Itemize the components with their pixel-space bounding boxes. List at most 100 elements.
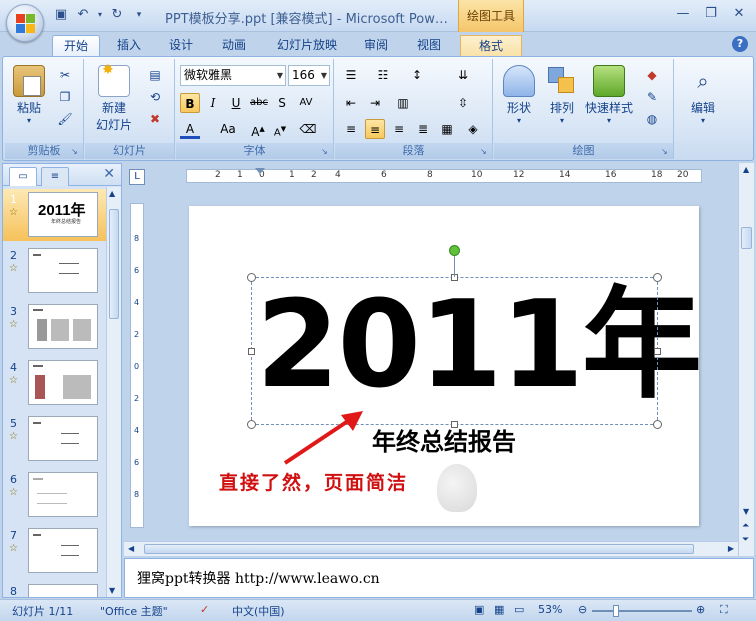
tab-selector-icon[interactable]: L xyxy=(129,169,145,185)
new-slide-button[interactable]: ✸ 新建 幻灯片 xyxy=(89,62,139,133)
resize-handle[interactable] xyxy=(653,420,662,429)
slide-thumb-row[interactable]: 8 xyxy=(3,581,107,597)
layout-icon[interactable]: ▤ xyxy=(145,65,165,85)
help-icon[interactable]: ? xyxy=(732,36,748,52)
delete-slide-icon[interactable]: ✖ xyxy=(145,109,165,129)
change-case-icon[interactable]: Aa xyxy=(214,119,242,139)
zoom-slider[interactable] xyxy=(592,605,692,617)
undo-dropdown-icon[interactable]: ▾ xyxy=(96,6,104,24)
slide-canvas[interactable]: 2011年 年终总结报告 直接了然，页面简洁 xyxy=(189,206,702,526)
notes-pane[interactable]: 狸窝ppt转换器 http://www.leawo.cn xyxy=(124,558,754,598)
language-indicator[interactable]: 中文(中国) xyxy=(232,603,285,619)
slide-thumb-row[interactable]: 2 ☆ xyxy=(3,245,107,297)
columns-icon[interactable]: ▥ xyxy=(393,93,413,113)
editor-horizontal-scrollbar[interactable]: ◀ ▶ xyxy=(124,541,738,556)
tab-review[interactable]: 审阅 xyxy=(355,35,397,56)
slide-thumb-row[interactable]: 7 ☆ xyxy=(3,525,107,577)
scroll-up-icon[interactable]: ▲ xyxy=(109,189,115,198)
tab-slideshow[interactable]: 幻灯片放映 xyxy=(272,35,342,56)
slide-thumb-row[interactable]: 5 ☆ xyxy=(3,413,107,465)
slide-thumb-row[interactable]: 3 ☆ xyxy=(3,301,107,353)
editor-vertical-scrollbar[interactable]: ▲ ▼ ⏶ ⏷ xyxy=(738,163,754,556)
align-center-icon[interactable]: ≡ xyxy=(365,119,385,139)
resize-handle[interactable] xyxy=(248,348,255,355)
next-slide-icon[interactable]: ⏷ xyxy=(742,535,749,545)
decrease-indent-icon[interactable]: ⇤ xyxy=(341,93,361,113)
tab-animations[interactable]: 动画 xyxy=(213,35,255,56)
slide-sorter-icon[interactable]: ▦ xyxy=(494,603,504,616)
slide-thumb-row[interactable]: 6 ☆ xyxy=(3,469,107,521)
bullets-icon[interactable]: ☰ xyxy=(341,65,361,85)
increase-indent-icon[interactable]: ⇥ xyxy=(365,93,385,113)
paragraph-launcher-icon[interactable]: ↘ xyxy=(480,147,490,157)
font-size-select[interactable]: 166 ▼ xyxy=(288,65,330,86)
tab-view[interactable]: 视图 xyxy=(408,35,450,56)
zoom-slider-thumb[interactable] xyxy=(612,605,619,617)
slideshow-view-icon[interactable]: ▭ xyxy=(514,603,524,616)
numbering-icon[interactable]: ☷ xyxy=(373,65,393,85)
smartart-icon[interactable]: ◈ xyxy=(463,119,483,139)
tab-format[interactable]: 格式 xyxy=(460,35,522,56)
scroll-down-icon[interactable]: ▼ xyxy=(109,586,115,595)
scroll-left-icon[interactable]: ◀ xyxy=(128,544,134,553)
fit-window-icon[interactable]: ⛶ xyxy=(720,603,728,617)
copy-icon[interactable]: ❐ xyxy=(55,87,75,107)
distributed-icon[interactable]: ▦ xyxy=(437,119,457,139)
shape-effects-icon[interactable]: ◍ xyxy=(642,109,662,129)
resize-handle[interactable] xyxy=(653,273,662,282)
resize-handle[interactable] xyxy=(654,348,661,355)
office-button[interactable] xyxy=(6,4,44,42)
font-name-select[interactable]: 微软雅黑 ▼ xyxy=(180,65,286,86)
undo-icon[interactable]: ↶ xyxy=(74,6,92,24)
indent-marker-icon[interactable] xyxy=(255,168,265,174)
editing-button[interactable]: ⌕ 编辑 ▾ xyxy=(685,65,721,125)
zoom-level[interactable]: 53% xyxy=(538,603,562,616)
align-left-icon[interactable]: ≡ xyxy=(341,119,361,139)
resize-handle[interactable] xyxy=(247,420,256,429)
scroll-thumb[interactable] xyxy=(144,544,694,554)
clear-formatting-icon[interactable]: ⌫ xyxy=(298,119,318,139)
quick-styles-button[interactable]: 快速样式 ▾ xyxy=(584,65,634,125)
grow-font-icon[interactable]: A▲ xyxy=(248,119,268,139)
char-spacing-icon[interactable]: AV xyxy=(296,93,316,113)
shadow-button[interactable]: S xyxy=(272,93,292,113)
reset-icon[interactable]: ⟲ xyxy=(145,87,165,107)
shapes-button[interactable]: 形状 ▾ xyxy=(500,65,538,125)
normal-view-icon[interactable]: ▣ xyxy=(474,603,484,616)
minimize-icon[interactable]: — xyxy=(670,4,696,24)
justify-icon[interactable]: ≣ xyxy=(413,119,433,139)
customize-qat-icon[interactable]: ▾ xyxy=(130,6,148,24)
tab-insert[interactable]: 插入 xyxy=(108,35,150,56)
redo-icon[interactable]: ↻ xyxy=(108,6,126,24)
scroll-down-icon[interactable]: ▼ xyxy=(743,507,749,516)
align-text-icon[interactable]: ⇳ xyxy=(453,93,473,113)
tab-design[interactable]: 设计 xyxy=(160,35,202,56)
close-icon[interactable]: ✕ xyxy=(726,4,752,24)
shrink-font-icon[interactable]: A▼ xyxy=(270,119,290,139)
drawing-launcher-icon[interactable]: ↘ xyxy=(661,147,671,157)
spellcheck-icon[interactable]: ✓ xyxy=(200,603,209,616)
tab-home[interactable]: 开始 xyxy=(52,35,100,56)
resize-handle[interactable] xyxy=(247,273,256,282)
underline-button[interactable]: U xyxy=(226,93,246,113)
format-painter-icon[interactable]: 🖌 xyxy=(55,109,75,129)
notes-text[interactable]: 狸窝ppt转换器 http://www.leawo.cn xyxy=(137,568,380,588)
italic-button[interactable]: I xyxy=(203,93,223,113)
shape-outline-icon[interactable]: ✎ xyxy=(642,87,662,107)
theme-name[interactable]: "Office 主题" xyxy=(100,603,168,619)
paste-button[interactable]: 粘贴 ▾ xyxy=(11,65,47,125)
font-launcher-icon[interactable]: ↘ xyxy=(321,147,331,157)
slides-tab[interactable]: ▭ xyxy=(9,167,37,186)
panel-close-icon[interactable]: ✕ xyxy=(103,166,115,182)
slide-thumb-row[interactable]: 4 ☆ xyxy=(3,357,107,409)
horizontal-ruler[interactable]: 2 1 0 1 2 4 6 8 10 12 14 16 18 20 xyxy=(186,168,702,183)
line-spacing-icon[interactable]: ↕ xyxy=(407,65,427,85)
restore-icon[interactable]: ❐ xyxy=(698,4,724,24)
font-color-icon[interactable]: A xyxy=(180,119,200,139)
scroll-right-icon[interactable]: ▶ xyxy=(728,544,734,553)
save-icon[interactable]: ▣ xyxy=(52,6,70,24)
slide-subtitle[interactable]: 年终总结报告 xyxy=(372,422,516,457)
rotation-handle[interactable] xyxy=(449,245,460,256)
paste-dropdown-icon[interactable]: ▾ xyxy=(11,116,47,125)
arrange-button[interactable]: 排列 ▾ xyxy=(544,65,580,125)
